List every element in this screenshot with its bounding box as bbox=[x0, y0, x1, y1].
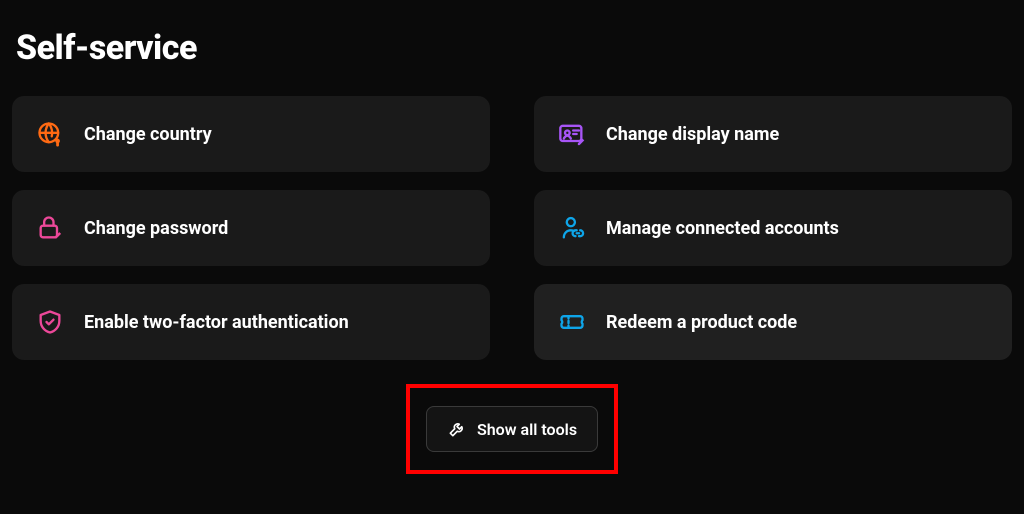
highlight-annotation: Show all tools bbox=[406, 384, 618, 474]
show-all-label: Show all tools bbox=[477, 420, 577, 439]
card-label: Manage connected accounts bbox=[606, 218, 839, 239]
wrench-icon bbox=[447, 419, 467, 439]
id-card-edit-icon bbox=[558, 120, 586, 148]
show-all-tools-button[interactable]: Show all tools bbox=[426, 406, 598, 452]
card-redeem-code[interactable]: Redeem a product code bbox=[534, 284, 1012, 360]
card-change-country[interactable]: Change country bbox=[12, 96, 490, 172]
ticket-icon bbox=[558, 308, 586, 336]
card-manage-connected-accounts[interactable]: Manage connected accounts bbox=[534, 190, 1012, 266]
card-label: Change display name bbox=[606, 124, 779, 145]
card-enable-2fa[interactable]: Enable two-factor authentication bbox=[12, 284, 490, 360]
card-label: Change country bbox=[84, 124, 212, 145]
page-title: Self-service bbox=[12, 28, 1012, 68]
shield-check-icon bbox=[36, 308, 64, 336]
card-label: Enable two-factor authentication bbox=[84, 312, 349, 333]
card-label: Change password bbox=[84, 218, 228, 239]
card-change-display-name[interactable]: Change display name bbox=[534, 96, 1012, 172]
globe-pin-icon bbox=[36, 120, 64, 148]
card-change-password[interactable]: Change password bbox=[12, 190, 490, 266]
card-label: Redeem a product code bbox=[606, 312, 797, 333]
lock-edit-icon bbox=[36, 214, 64, 242]
user-link-icon bbox=[558, 214, 586, 242]
footer: Show all tools bbox=[12, 384, 1012, 474]
self-service-grid: Change country Change display name bbox=[12, 96, 1012, 360]
